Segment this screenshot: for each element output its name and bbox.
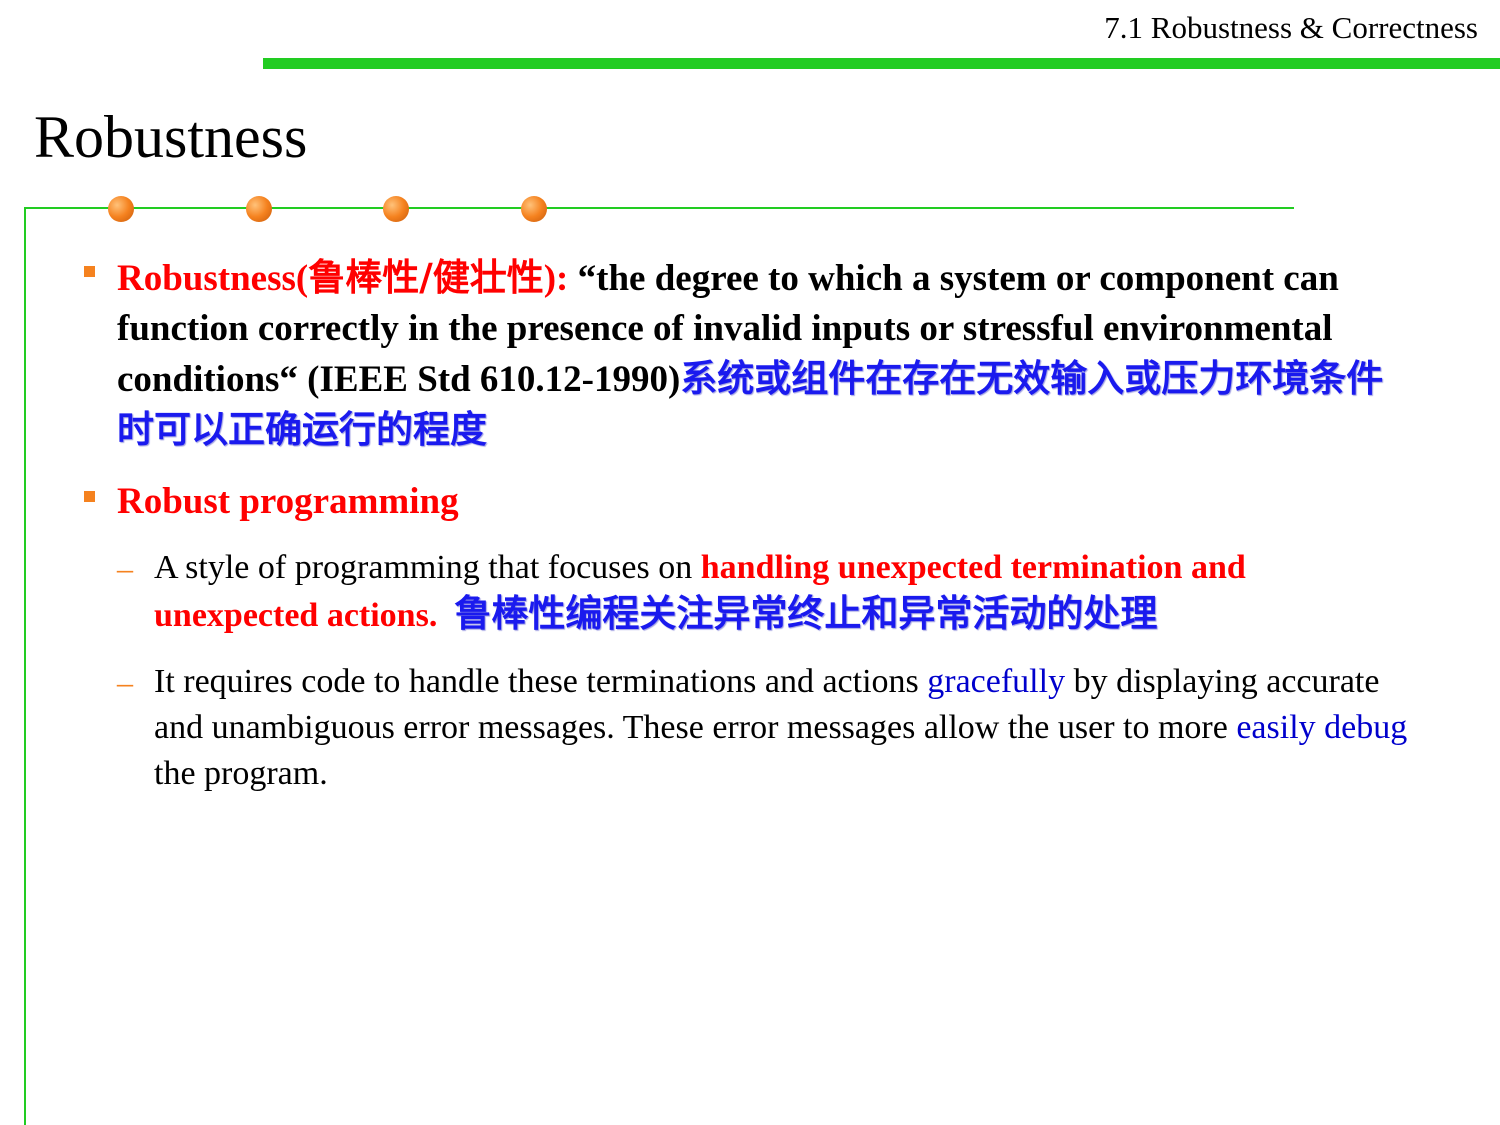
header-accent-bar [263,58,1500,69]
term-label: Robustness( [117,258,309,299]
subitem-style-of-programming: A style of programming that focuses on h… [154,545,1414,639]
decorative-dot-4 [521,196,547,222]
dash-bullet-icon: – [117,550,133,586]
term-chinese: 鲁棒性/健壮性 [308,256,544,299]
term-label: Robust programming [117,481,459,522]
frame-top-line [24,207,1294,209]
subitem-translation: 鲁棒性编程关注异常终止和异常活动的处理 [454,592,1158,635]
subitem-text: the program. [154,755,328,792]
bullet-robustness-definition: Robustness(鲁棒性/健壮性): “the degree to whic… [117,253,1407,456]
decorative-dot-3 [383,196,409,222]
emphasis-easily-debug: easily debug [1236,709,1408,746]
square-bullet-icon [84,266,95,277]
section-header: 7.1 Robustness & Correctness [1104,10,1478,45]
slide-title: Robustness [34,104,308,170]
emphasis-gracefully: gracefully [927,663,1066,700]
square-bullet-icon [84,491,95,502]
subitem-requires-code: It requires code to handle these termina… [154,659,1414,797]
decorative-dot-2 [246,196,272,222]
frame-left-line [24,207,26,1125]
bullet-robust-programming: Robust programming [117,477,1407,527]
dash-bullet-icon: – [117,664,133,700]
subitem-text: It requires code to handle these termina… [154,663,928,700]
decorative-dot-1 [108,196,134,222]
term-close: ): [543,258,569,299]
subitem-text: A style of programming that focuses on [154,549,701,586]
